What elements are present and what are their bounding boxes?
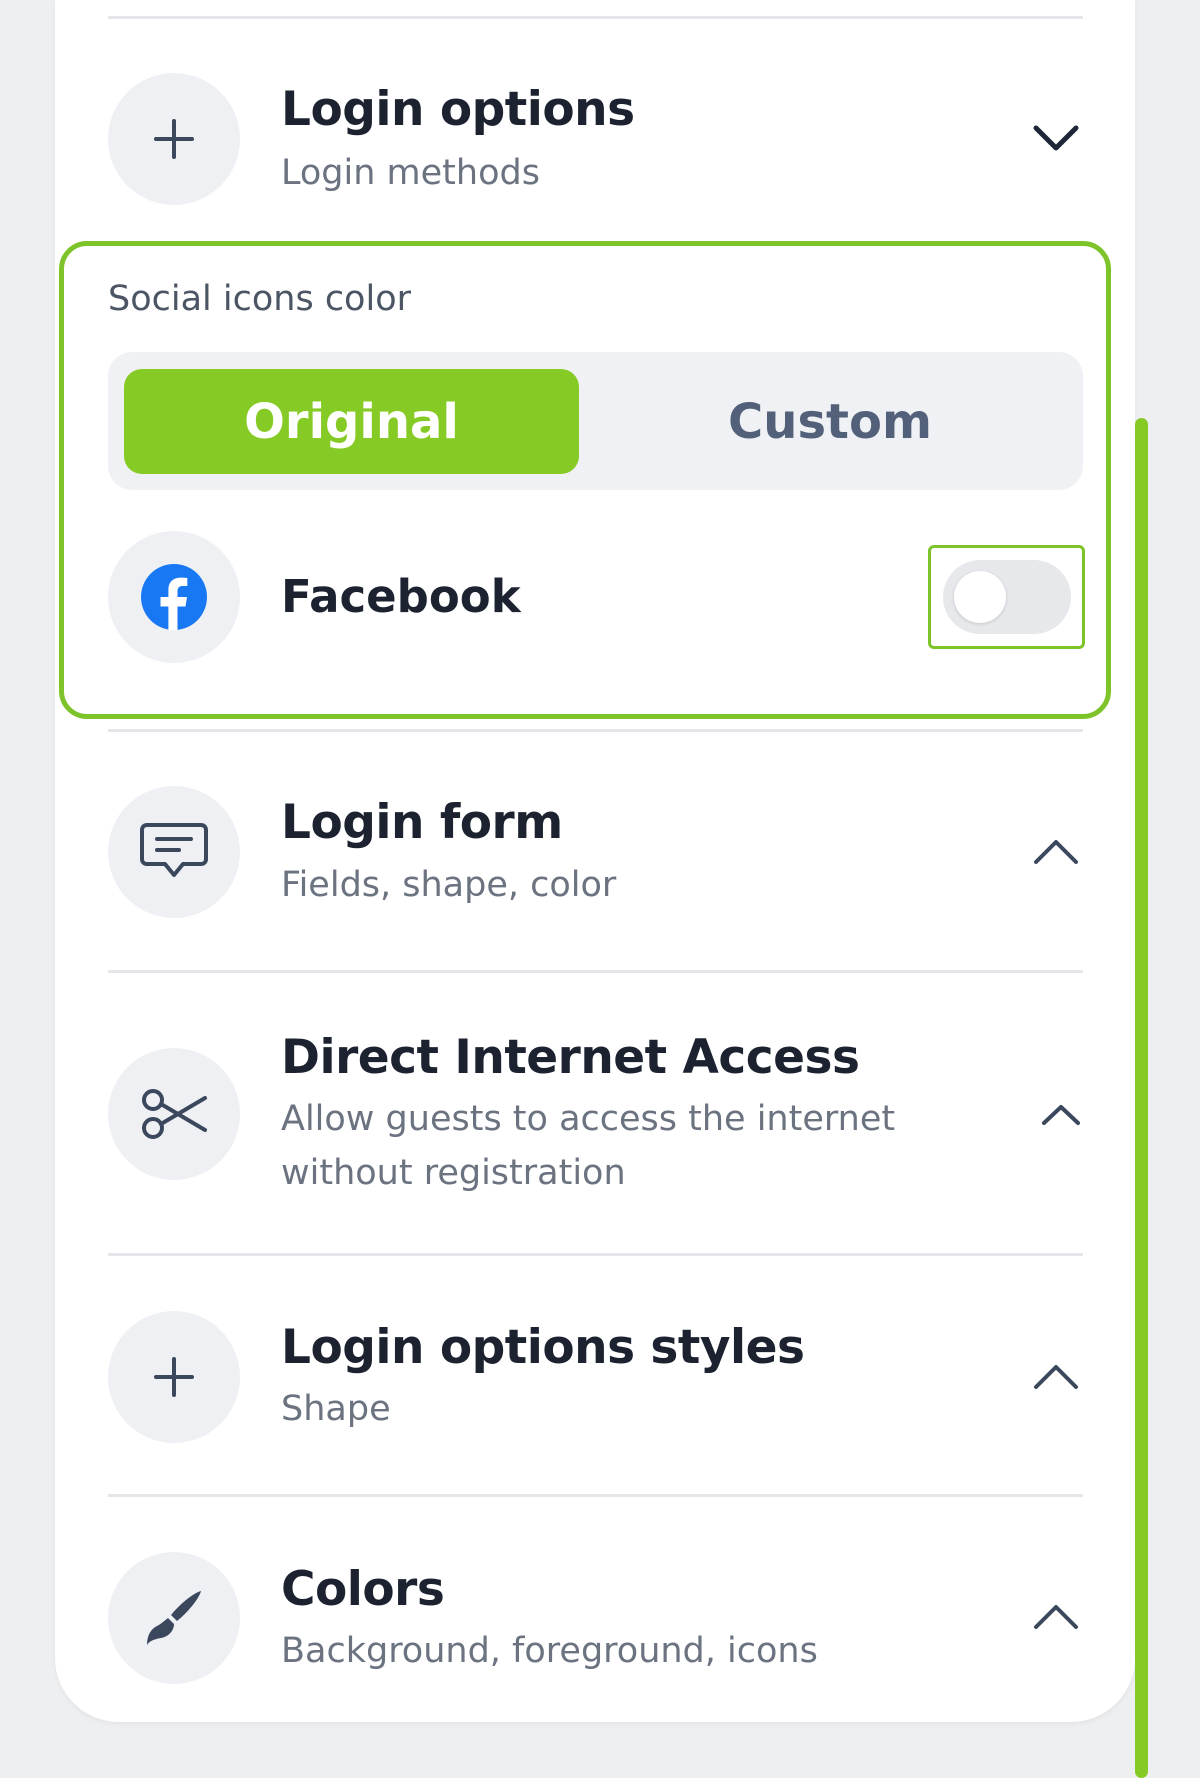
plus-icon [108, 73, 240, 205]
section-title: Login options styles [281, 1320, 805, 1375]
facebook-toggle[interactable] [943, 560, 1071, 634]
section-title: Login form [281, 795, 563, 850]
facebook-toggle-focus [928, 545, 1085, 649]
facebook-icon-container [108, 531, 240, 663]
divider [108, 970, 1083, 973]
social-icons-label: Social icons color [108, 279, 412, 319]
section-title: Colors [281, 1562, 445, 1617]
message-icon [108, 786, 240, 918]
toggle-knob [954, 571, 1006, 623]
section-title: Login options [281, 82, 635, 137]
scrollbar[interactable] [1135, 418, 1148, 1778]
section-subtitle: Fields, shape, color [281, 865, 617, 905]
social-icons-color-toggle: Original Custom [108, 352, 1083, 490]
section-title: Direct Internet Access [281, 1030, 860, 1085]
divider [108, 1253, 1083, 1256]
chevron-down-icon[interactable] [1029, 111, 1083, 165]
facebook-label: Facebook [281, 570, 521, 623]
divider [108, 729, 1083, 732]
divider [108, 1494, 1083, 1497]
scissors-icon [108, 1048, 240, 1180]
plus-icon [108, 1311, 240, 1443]
chevron-up-icon[interactable] [1029, 825, 1083, 879]
section-subtitle: Allow guests to access the internet with… [281, 1099, 896, 1193]
section-subtitle: Background, foreground, icons [281, 1631, 818, 1671]
chevron-up-icon[interactable] [1029, 1350, 1083, 1404]
section-subtitle: Shape [281, 1389, 391, 1429]
option-custom[interactable]: Custom [593, 369, 1067, 474]
brush-icon [108, 1552, 240, 1684]
option-original[interactable]: Original [124, 369, 579, 474]
facebook-icon [141, 564, 207, 630]
section-subtitle: Login methods [281, 153, 540, 193]
chevron-up-icon[interactable] [1034, 1088, 1088, 1142]
chevron-up-icon[interactable] [1029, 1590, 1083, 1644]
divider [108, 16, 1083, 19]
